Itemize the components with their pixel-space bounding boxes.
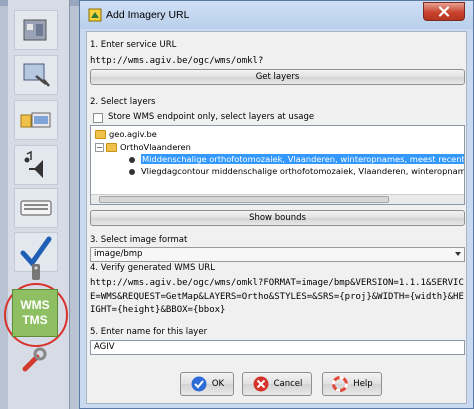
ok-button-label: OK [211, 379, 225, 389]
step1-label: 1. Enter service URL [90, 40, 177, 50]
show-bounds-button[interactable]: Show bounds [90, 210, 465, 226]
toolbar-button-keyboard[interactable] [14, 188, 58, 228]
folder-icon [106, 143, 117, 152]
imagery-app-icon [88, 8, 102, 22]
toolbar-button-remote[interactable] [14, 262, 58, 280]
toolbar-button-wrench[interactable] [14, 345, 58, 375]
tree-layer-label: Middenschalige orthofotomozaiek, Vlaande… [141, 154, 465, 164]
toolbar-strip: WMS TMS [0, 0, 80, 409]
add-imagery-dialog: Add Imagery URL 1. Enter service URL htt… [79, 0, 474, 409]
dialog-titlebar[interactable]: Add Imagery URL [80, 1, 473, 29]
get-layers-button[interactable]: Get layers [90, 69, 465, 85]
lifebuoy-help-icon [332, 376, 349, 392]
tree-layer-item[interactable]: Middenschalige orthofotomozaiek, Vlaande… [141, 153, 465, 165]
layer-bullet-icon [129, 169, 135, 175]
tree-root-label: geo.agiv.be [109, 129, 157, 139]
collapse-toggle-icon[interactable]: − [95, 143, 104, 152]
folder-icon [95, 130, 106, 139]
cancel-button[interactable]: Cancel [242, 372, 312, 396]
help-button-label: Help [353, 379, 373, 389]
keyboard-icon [20, 200, 52, 216]
scrollbar-thumb[interactable] [99, 196, 389, 203]
dialog-content: 1. Enter service URL http://wms.agiv.be/… [86, 31, 467, 404]
tree-layer-label: Vliegdagcontour middenschalige orthofoto… [141, 166, 465, 176]
tms-label: TMS [22, 313, 48, 327]
generated-wms-url[interactable]: http://wms.agiv.be/ogc/wms/omkl?FORMAT=i… [90, 277, 465, 318]
store-endpoint-checkbox[interactable] [93, 113, 103, 123]
wrench-icon [22, 347, 47, 372]
ok-button[interactable]: OK [180, 372, 234, 396]
image-format-value: image/bmp [94, 249, 143, 259]
tree-root[interactable]: geo.agiv.be [109, 128, 157, 140]
toolbar-button-wms-tms[interactable]: WMS TMS [12, 289, 58, 337]
speaker-music-icon [24, 150, 43, 178]
cancel-button-label: Cancel [273, 379, 303, 389]
step5-label: 5. Enter name for this layer [90, 327, 208, 337]
folder-layers-icon [20, 112, 51, 128]
tree-group-label: OrthoVlaanderen [120, 142, 191, 152]
layer-tree[interactable]: geo.agiv.be − OrthoVlaanderen Middenscha… [90, 125, 465, 205]
layer-bullet-icon [129, 157, 135, 163]
toolbar-button-tools[interactable] [14, 10, 58, 50]
step4-label: 4. Verify generated WMS URL [90, 263, 215, 273]
chevron-down-icon [455, 252, 461, 256]
store-endpoint-label: Store WMS endpoint only, select layers a… [108, 112, 315, 122]
tree-layer-item[interactable]: Vliegdagcontour middenschalige orthofoto… [141, 165, 465, 177]
toolbar-button-connect[interactable] [14, 55, 58, 95]
cancel-icon [253, 376, 269, 392]
service-url-field[interactable]: http://wms.agiv.be/ogc/wms/omkl? [90, 56, 263, 66]
tree-group[interactable]: OrthoVlaanderen [120, 141, 191, 153]
wms-label: WMS [20, 298, 50, 312]
ok-check-icon [191, 376, 207, 392]
tools-icon [23, 19, 47, 41]
layer-name-input[interactable]: AGIV [90, 340, 465, 355]
tree-horizontal-scrollbar[interactable] [91, 194, 464, 204]
toolbar-button-layers[interactable] [14, 100, 58, 140]
close-button[interactable] [423, 2, 465, 21]
remote-control-icon [32, 264, 40, 280]
help-button[interactable]: Help [322, 372, 382, 396]
plug-icon [23, 63, 50, 87]
step2-label: 2. Select layers [90, 97, 156, 107]
step3-label: 3. Select image format [90, 235, 188, 245]
image-format-select[interactable]: image/bmp [90, 247, 465, 262]
dialog-title: Add Imagery URL [106, 9, 190, 21]
close-icon [438, 6, 450, 17]
toolbar-button-audio[interactable] [14, 145, 58, 185]
